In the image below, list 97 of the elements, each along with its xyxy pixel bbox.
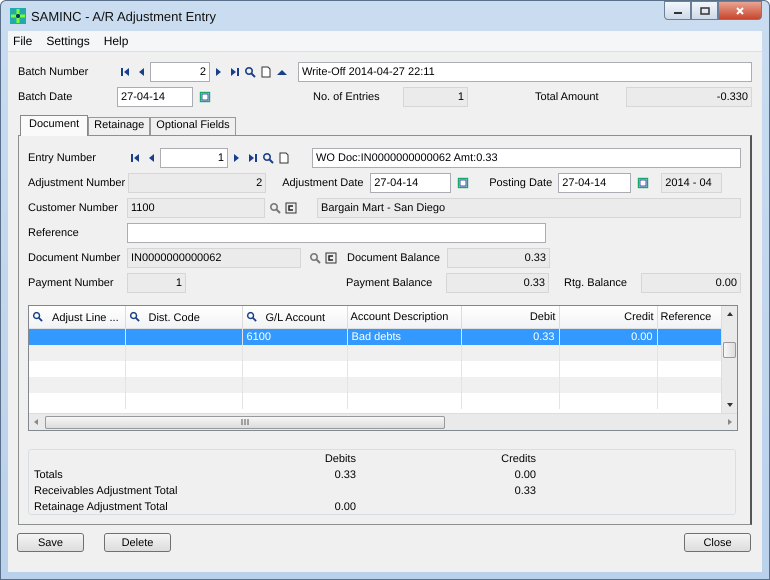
document-number-field: IN0000000000062 bbox=[127, 248, 301, 268]
total-value: 0.00 bbox=[514, 469, 536, 481]
field-label: Batch Number bbox=[18, 66, 90, 78]
search-icon[interactable] bbox=[32, 310, 43, 322]
vertical-scrollbar[interactable] bbox=[721, 306, 737, 413]
search-icon[interactable] bbox=[244, 66, 256, 78]
table-cell: 0.33 bbox=[461, 328, 559, 345]
column-header[interactable]: Credit bbox=[559, 306, 657, 328]
first-icon[interactable] bbox=[120, 66, 132, 78]
payment-balance-field: 0.33 bbox=[446, 272, 549, 292]
entries-field: 1 bbox=[403, 87, 468, 107]
tab[interactable]: Document bbox=[20, 115, 88, 136]
scroll-left-icon[interactable] bbox=[33, 418, 39, 426]
close-button[interactable] bbox=[718, 1, 762, 20]
entry-number-field[interactable]: 1 bbox=[160, 148, 228, 168]
minimize-button[interactable] bbox=[664, 1, 691, 20]
drilldown-icon[interactable] bbox=[325, 252, 337, 264]
column-header: Credits bbox=[500, 452, 536, 467]
field-label: Batch Date bbox=[18, 91, 74, 103]
table-cell: 0.00 bbox=[559, 328, 657, 345]
maximize-icon bbox=[700, 6, 710, 14]
total-amount-field: -0.330 bbox=[626, 87, 752, 107]
last-icon[interactable] bbox=[228, 66, 240, 78]
scroll-thumb[interactable] bbox=[45, 416, 445, 428]
field-label: Entry Number bbox=[28, 152, 97, 164]
field-label: Document Balance bbox=[347, 252, 441, 264]
total-value: 0.33 bbox=[514, 485, 536, 497]
search-icon[interactable] bbox=[262, 152, 274, 164]
scroll-thumb[interactable] bbox=[723, 342, 736, 358]
drilldown-icon[interactable] bbox=[285, 202, 297, 214]
batch-number-field[interactable]: 2 bbox=[150, 62, 210, 82]
close-dialog-button[interactable]: Close bbox=[684, 533, 751, 552]
app-icon bbox=[10, 8, 26, 24]
field-label: Adjustment Date bbox=[282, 176, 365, 188]
scroll-right-icon[interactable] bbox=[727, 418, 733, 426]
field-label: Customer Number bbox=[28, 202, 119, 214]
field-label: Document Number bbox=[28, 252, 122, 264]
field-label: Reference bbox=[28, 226, 80, 238]
menu-item[interactable]: Help bbox=[104, 34, 128, 48]
field-label: Payment Balance bbox=[346, 276, 434, 288]
column-header[interactable]: Dist. Code bbox=[125, 306, 242, 328]
total-label: Retainage Adjustment Total bbox=[34, 501, 169, 513]
table-cell: Bad debts bbox=[347, 328, 461, 345]
customer-number-field: 1100 bbox=[127, 198, 265, 218]
field-label: Rtg. Balance bbox=[564, 276, 628, 288]
adjustment-date-field[interactable]: 27-04-14 bbox=[370, 172, 452, 192]
close-icon bbox=[735, 6, 745, 14]
period-field: 2014 - 04 bbox=[661, 172, 722, 192]
action-button[interactable]: Delete bbox=[104, 533, 171, 552]
maximize-button[interactable] bbox=[691, 1, 718, 20]
calendar-icon[interactable] bbox=[457, 176, 470, 188]
customer-name-field: Bargain Mart - San Diego bbox=[317, 198, 741, 218]
field-label: Posting Date bbox=[489, 176, 554, 188]
posting-date-field[interactable]: 27-04-14 bbox=[558, 172, 632, 192]
scroll-down-icon[interactable] bbox=[726, 402, 734, 408]
new-document-icon[interactable] bbox=[278, 152, 290, 164]
finder-icon[interactable] bbox=[269, 202, 281, 214]
entry-description-field[interactable]: WO Doc:IN0000000000062 Amt:0.33 bbox=[312, 148, 741, 168]
menu-item[interactable]: Settings bbox=[46, 34, 90, 48]
column-header[interactable]: Account Description bbox=[347, 306, 461, 328]
action-button[interactable]: Save bbox=[17, 533, 84, 552]
payment-number-field: 1 bbox=[127, 272, 186, 292]
field-label: No. of Entries bbox=[313, 91, 381, 103]
tab[interactable]: Optional Fields bbox=[150, 117, 236, 135]
horizontal-scrollbar[interactable] bbox=[29, 413, 737, 430]
column-header[interactable]: Debit bbox=[461, 306, 559, 328]
total-label: Receivables Adjustment Total bbox=[34, 485, 178, 497]
reference-field[interactable] bbox=[127, 222, 546, 242]
total-label: Totals bbox=[34, 469, 64, 481]
column-header[interactable]: G/L Account bbox=[242, 306, 347, 328]
batch-date-field[interactable]: 27-04-14 bbox=[117, 87, 193, 107]
calendar-icon[interactable] bbox=[199, 91, 211, 103]
total-value: 0.33 bbox=[334, 469, 356, 481]
table-cell: 6100 bbox=[242, 328, 347, 345]
document-balance-field: 0.33 bbox=[447, 248, 550, 268]
column-header[interactable]: Reference bbox=[657, 306, 721, 328]
field-label: Payment Number bbox=[28, 276, 115, 288]
tab[interactable]: Retainage bbox=[88, 117, 150, 135]
column-header[interactable]: Adjust Line ... bbox=[29, 306, 125, 328]
field-label: Total Amount bbox=[535, 91, 600, 103]
scroll-up-icon[interactable] bbox=[726, 311, 734, 317]
rtg-balance-field: 0.00 bbox=[641, 272, 741, 292]
finder-icon[interactable] bbox=[309, 252, 321, 264]
window-title: SAMINC - A/R Adjustment Entry bbox=[31, 8, 217, 24]
search-icon[interactable] bbox=[128, 310, 140, 322]
field-label: Adjustment Number bbox=[28, 176, 126, 188]
batch-description-field[interactable]: Write-Off 2014-04-27 22:11 bbox=[298, 62, 752, 82]
column-header: Debits bbox=[324, 452, 356, 467]
first-icon[interactable] bbox=[130, 152, 142, 164]
calendar-icon[interactable] bbox=[637, 176, 650, 188]
menu-item[interactable]: File bbox=[13, 34, 32, 48]
last-icon[interactable] bbox=[246, 152, 258, 164]
new-document-icon[interactable] bbox=[260, 66, 272, 78]
adjustment-number-field: 2 bbox=[128, 172, 266, 192]
search-icon[interactable] bbox=[246, 310, 256, 322]
table-cell bbox=[657, 328, 721, 345]
total-value: 0.00 bbox=[334, 501, 356, 513]
